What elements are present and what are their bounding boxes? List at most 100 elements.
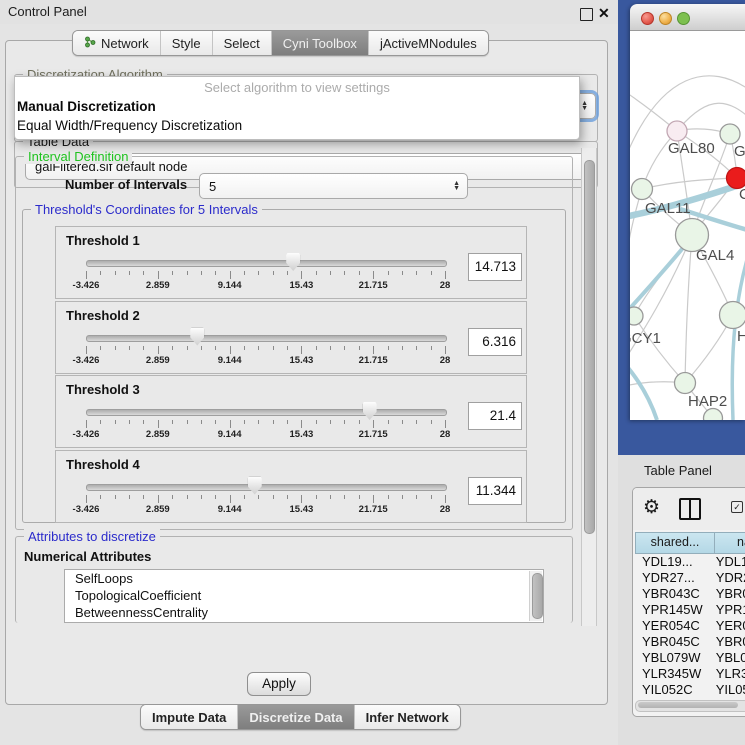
table-row[interactable]: YER054CYER05 — [635, 618, 745, 634]
minimize-traffic-light-icon[interactable] — [659, 12, 672, 25]
attributes-scrollbar[interactable] — [529, 571, 542, 621]
tick-mark — [100, 495, 101, 499]
threshold-slider-thumb[interactable] — [190, 328, 204, 346]
cell-shared-name[interactable]: YPR145W — [635, 602, 716, 618]
threshold-value-field[interactable]: 14.713 — [468, 253, 522, 281]
node-h[interactable] — [720, 302, 745, 329]
threshold-slider-thumb[interactable] — [363, 402, 377, 420]
tick-mark — [258, 271, 259, 275]
threshold-slider-track[interactable] — [86, 335, 447, 342]
cell-name[interactable]: YLR34 — [716, 666, 745, 682]
tick-mark — [172, 271, 173, 275]
table-row[interactable]: YBR043CYBR04 — [635, 586, 745, 602]
table-hscrollbar-thumb[interactable] — [638, 702, 738, 708]
threshold-slider-track[interactable] — [86, 260, 447, 267]
cell-name[interactable]: YDL19 — [716, 554, 745, 570]
node-hap2[interactable] — [675, 373, 696, 394]
numerical-attributes-list[interactable]: SelfLoopsTopologicalCoefficientBetweenne… — [64, 569, 544, 623]
tab-discretize-data[interactable]: Discretize Data — [237, 705, 353, 729]
checkbox-icon[interactable]: ✓ — [731, 501, 743, 513]
apply-button[interactable]: Apply — [247, 672, 311, 696]
tick-mark — [129, 271, 130, 275]
tick-mark — [301, 495, 302, 503]
tab-infer-network[interactable]: Infer Network — [354, 705, 460, 729]
attributes-scrollbar-thumb[interactable] — [532, 573, 543, 619]
column-header-name[interactable]: na — [715, 532, 745, 554]
attribute-list-item[interactable]: BetweennessCentrality — [65, 604, 543, 621]
cell-name[interactable]: YBL07 — [716, 650, 745, 666]
threshold-value-field[interactable]: 21.4 — [468, 402, 522, 430]
tab-cyni-toolbox[interactable]: Cyni Toolbox — [271, 31, 368, 55]
node-gal11[interactable] — [632, 179, 653, 200]
attribute-list-item[interactable]: SelfLoops — [65, 570, 543, 587]
cell-shared-name[interactable]: YLR345W — [635, 666, 716, 682]
tick-mark — [258, 346, 259, 350]
cell-name[interactable]: YER05 — [716, 618, 745, 634]
table-row[interactable]: YDL19...YDL19 — [635, 554, 745, 570]
tick-mark — [373, 346, 374, 354]
tab-network[interactable]: Network — [73, 31, 160, 55]
cell-name[interactable]: YDR27 — [716, 570, 745, 586]
column-header-shared-name[interactable]: shared... — [635, 532, 715, 554]
tick-mark — [158, 346, 159, 354]
number-of-intervals-select[interactable]: 5 ▲▼ — [199, 173, 468, 199]
table-row[interactable]: YLR345WYLR34 — [635, 666, 745, 682]
threshold-slider-track[interactable] — [86, 409, 447, 416]
menu-item-equal-width-frequency[interactable]: Equal Width/Frequency Discretization — [17, 118, 242, 133]
node-pink[interactable] — [667, 121, 687, 141]
network-canvas[interactable]: GAL80 GA C GAL11 GAL4 GCY1 H HAP2 — [630, 31, 745, 420]
node-ga[interactable] — [720, 124, 740, 144]
threshold-value-field[interactable]: 11.344 — [468, 477, 522, 505]
svg-text:GA: GA — [734, 143, 745, 160]
tab-style[interactable]: Style — [160, 31, 212, 55]
tick-mark — [359, 495, 360, 499]
algorithm-prompt: Select algorithm to view settings — [15, 80, 579, 95]
cell-shared-name[interactable]: YER054C — [635, 618, 716, 634]
tab-select[interactable]: Select — [212, 31, 271, 55]
table-row[interactable]: YIL052CYIL05 — [635, 682, 745, 698]
close-icon[interactable]: ✕ — [598, 5, 610, 22]
column-view-icon[interactable] — [679, 498, 701, 520]
table-hscrollbar[interactable] — [635, 700, 745, 712]
table-row[interactable]: YPR145WYPR14 — [635, 602, 745, 618]
cell-shared-name[interactable]: YDL19... — [635, 554, 716, 570]
tick-label: 2.859 — [146, 429, 170, 440]
cell-shared-name[interactable]: YBL079W — [635, 650, 716, 666]
cell-name[interactable]: YBR04 — [716, 634, 745, 650]
tab-jactivemnodules[interactable]: jActiveMNodules — [368, 31, 488, 55]
cell-shared-name[interactable]: YIL052C — [635, 682, 716, 698]
node-gcy1[interactable] — [630, 307, 643, 325]
tab-impute-data[interactable]: Impute Data — [141, 705, 237, 729]
float-window-icon[interactable] — [580, 8, 593, 21]
cell-name[interactable]: YPR14 — [716, 602, 745, 618]
table-row[interactable]: YBR045CYBR04 — [635, 634, 745, 650]
threshold-slider-thumb[interactable] — [248, 477, 262, 495]
threshold-slider-thumb[interactable] — [286, 253, 300, 271]
zoom-traffic-light-icon[interactable] — [677, 12, 690, 25]
threshold-slider-track[interactable] — [86, 484, 447, 491]
cell-name[interactable]: YBR04 — [716, 586, 745, 602]
table-row[interactable]: YBL079WYBL07 — [635, 650, 745, 666]
settings-scrollbar-thumb[interactable] — [584, 160, 595, 534]
threshold-value-field[interactable]: 6.316 — [468, 328, 522, 356]
svg-text:GCY1: GCY1 — [630, 330, 661, 347]
table-panel-title: Table Panel — [644, 463, 712, 478]
network-window-titlebar[interactable] — [630, 4, 745, 31]
tick-mark — [316, 271, 317, 275]
table-row[interactable]: YDR27...YDR27 — [635, 570, 745, 586]
cell-shared-name[interactable]: YBR045C — [635, 634, 716, 650]
settings-scrollbar[interactable] — [581, 148, 597, 626]
cell-shared-name[interactable]: YBR043C — [635, 586, 716, 602]
tick-mark — [416, 346, 417, 350]
menu-item-manual-discretization[interactable]: Manual Discretization — [17, 99, 156, 114]
tick-mark — [416, 271, 417, 275]
table-toolbar: ⚙ ✓ ✓ — [633, 488, 745, 530]
cell-name[interactable]: YIL05 — [716, 682, 745, 698]
attribute-list-item[interactable]: TopologicalCoefficient — [65, 587, 543, 604]
cell-shared-name[interactable]: YDR27... — [635, 570, 716, 586]
tick-mark — [143, 420, 144, 424]
network-window[interactable]: GAL80 GA C GAL11 GAL4 GCY1 H HAP2 — [630, 4, 745, 420]
close-traffic-light-icon[interactable] — [641, 12, 654, 25]
gear-icon[interactable]: ⚙ — [643, 496, 660, 518]
tab-label: Discretize Data — [249, 710, 342, 725]
